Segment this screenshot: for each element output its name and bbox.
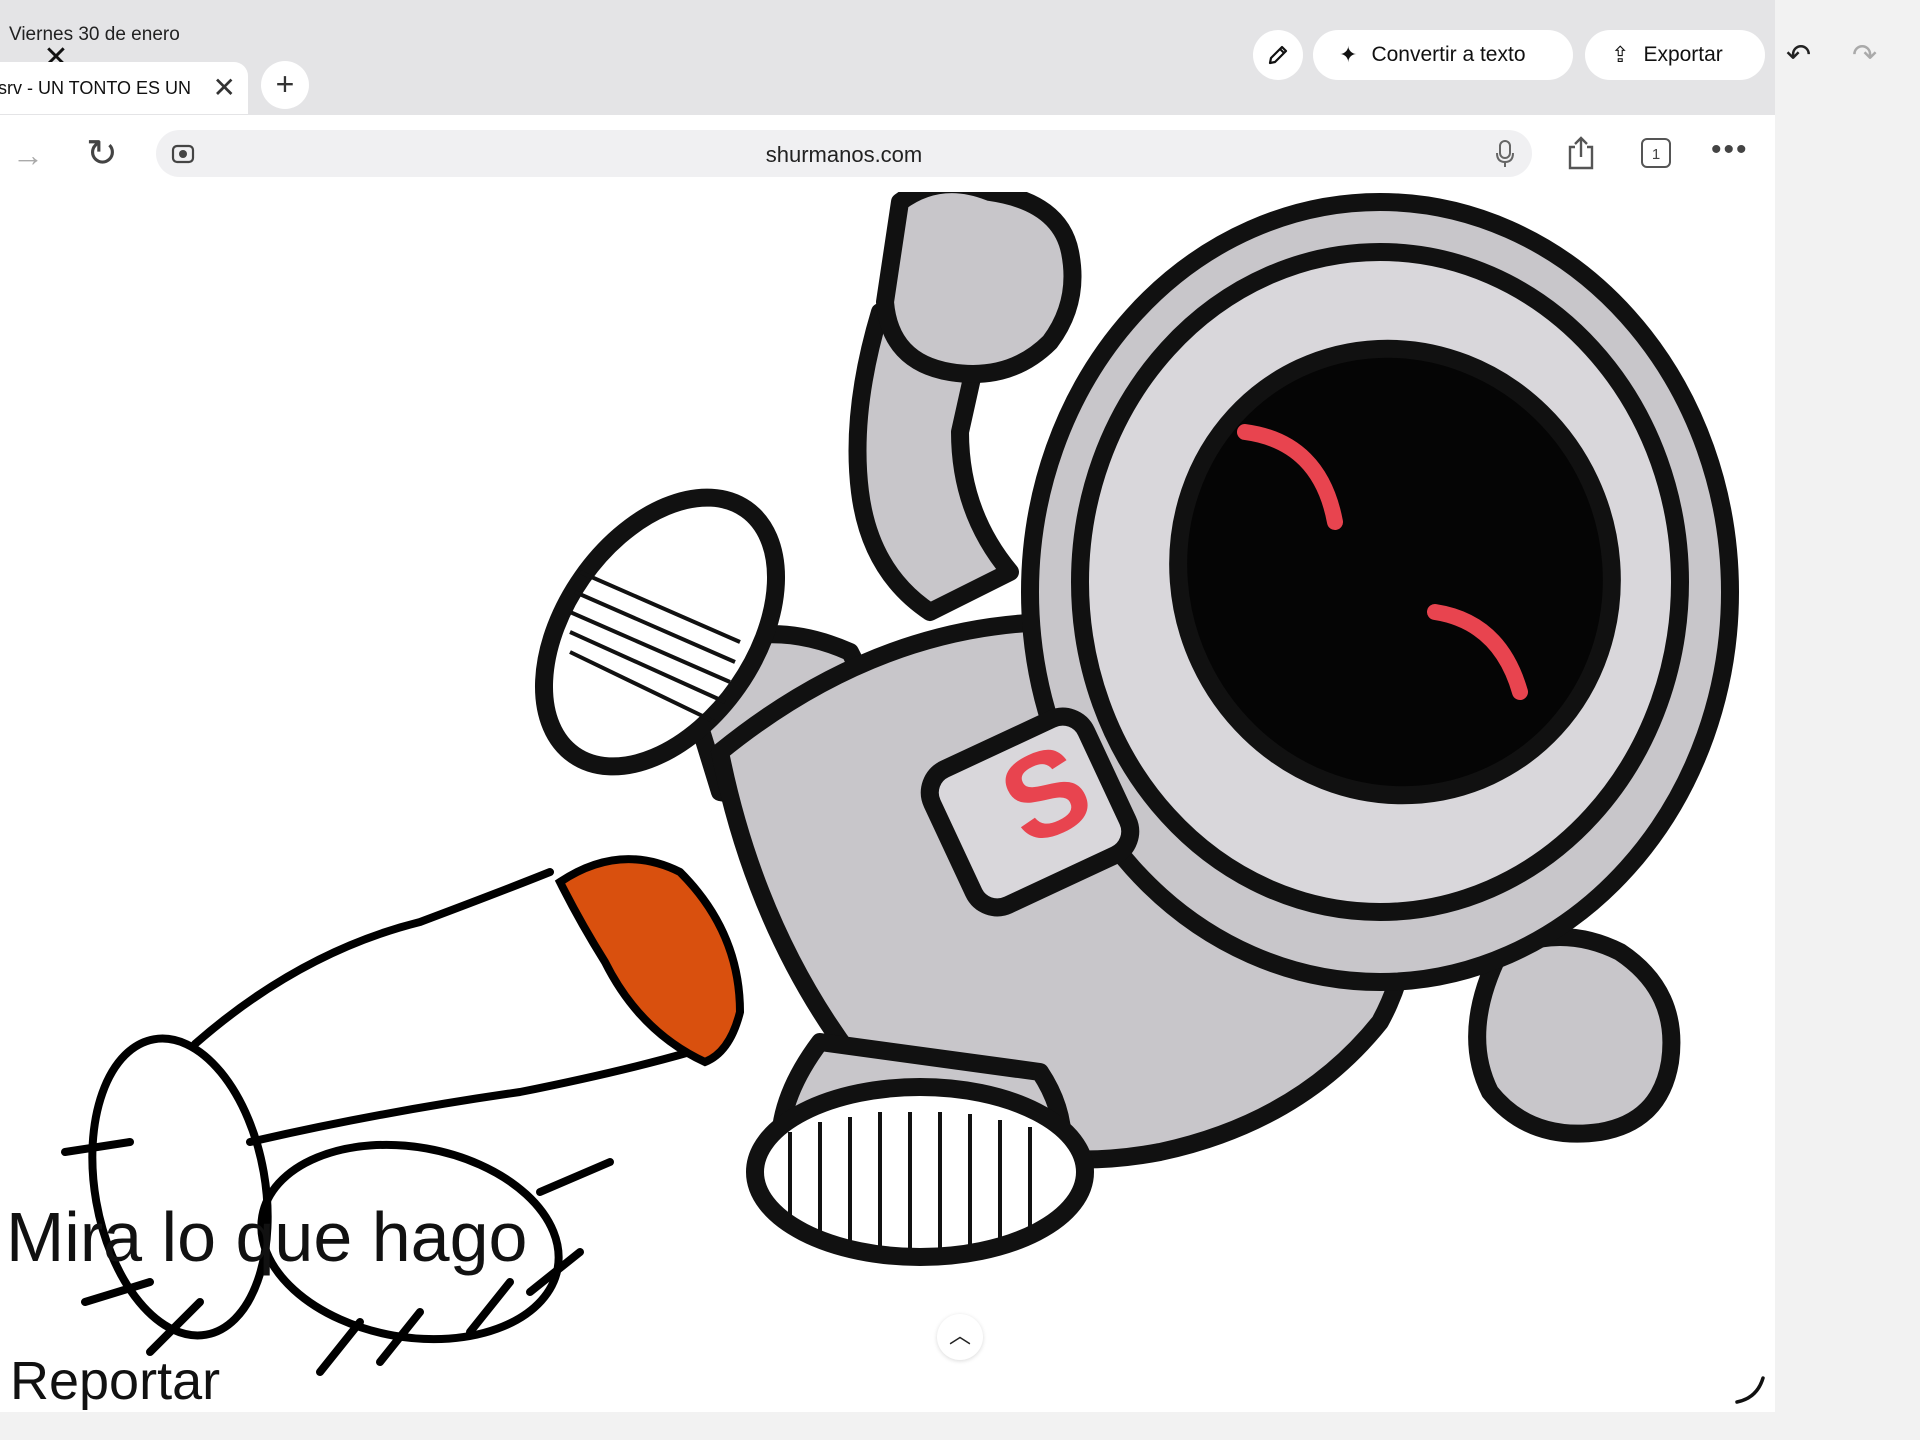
tab-title: srv - UN TONTO ES UN	[0, 77, 192, 98]
convert-to-text-button[interactable]: ✦ Convertir a texto	[1313, 30, 1573, 80]
address-bar[interactable]: shurmanos.com	[156, 130, 1532, 177]
ipad-screen: Viernes 30 de enero ✕ srv - UN TONTO ES …	[0, 0, 1775, 1412]
new-tab-button[interactable]: +	[261, 61, 309, 109]
export-button[interactable]: ⇪ Exportar	[1585, 30, 1765, 80]
convert-label: Convertir a texto	[1371, 43, 1526, 66]
pencil-tool-button[interactable]	[1253, 30, 1303, 80]
undo-icon[interactable]: ↶	[1786, 38, 1811, 73]
sparkles-icon: ✦	[1339, 42, 1358, 67]
forward-arrow-icon[interactable]: →	[12, 137, 44, 174]
page-content: S Mira lo que hago Reportar ︿	[0, 192, 1775, 1412]
microphone-icon[interactable]	[1494, 139, 1516, 169]
pencil-icon	[1268, 45, 1288, 65]
chevron-up-icon[interactable]: ︿	[937, 1314, 983, 1360]
tab-count-icon[interactable]: 1	[1641, 138, 1671, 168]
tab-close-icon[interactable]: ✕	[213, 71, 236, 104]
top-bar: Viernes 30 de enero ✕ srv - UN TONTO ES …	[0, 0, 1775, 115]
report-link[interactable]: Reportar	[10, 1354, 220, 1408]
export-label: Exportar	[1643, 43, 1723, 66]
reload-icon[interactable]: ↻	[86, 131, 118, 176]
redo-icon[interactable]: ↷	[1852, 38, 1877, 73]
share-icon[interactable]	[1566, 135, 1596, 171]
more-options-icon[interactable]: •••	[1711, 133, 1749, 167]
url-text: shurmanos.com	[765, 142, 923, 167]
status-date: Viernes 30 de enero	[9, 24, 180, 45]
post-caption: Mira lo que hago	[6, 1198, 528, 1276]
export-icon: ⇪	[1611, 42, 1630, 67]
browser-tab[interactable]: srv - UN TONTO ES UN ✕	[0, 62, 248, 114]
browser-toolbar: → ↻ shurmanos.com 1 •••	[0, 115, 1775, 193]
resize-handle-icon[interactable]	[1735, 1374, 1765, 1404]
